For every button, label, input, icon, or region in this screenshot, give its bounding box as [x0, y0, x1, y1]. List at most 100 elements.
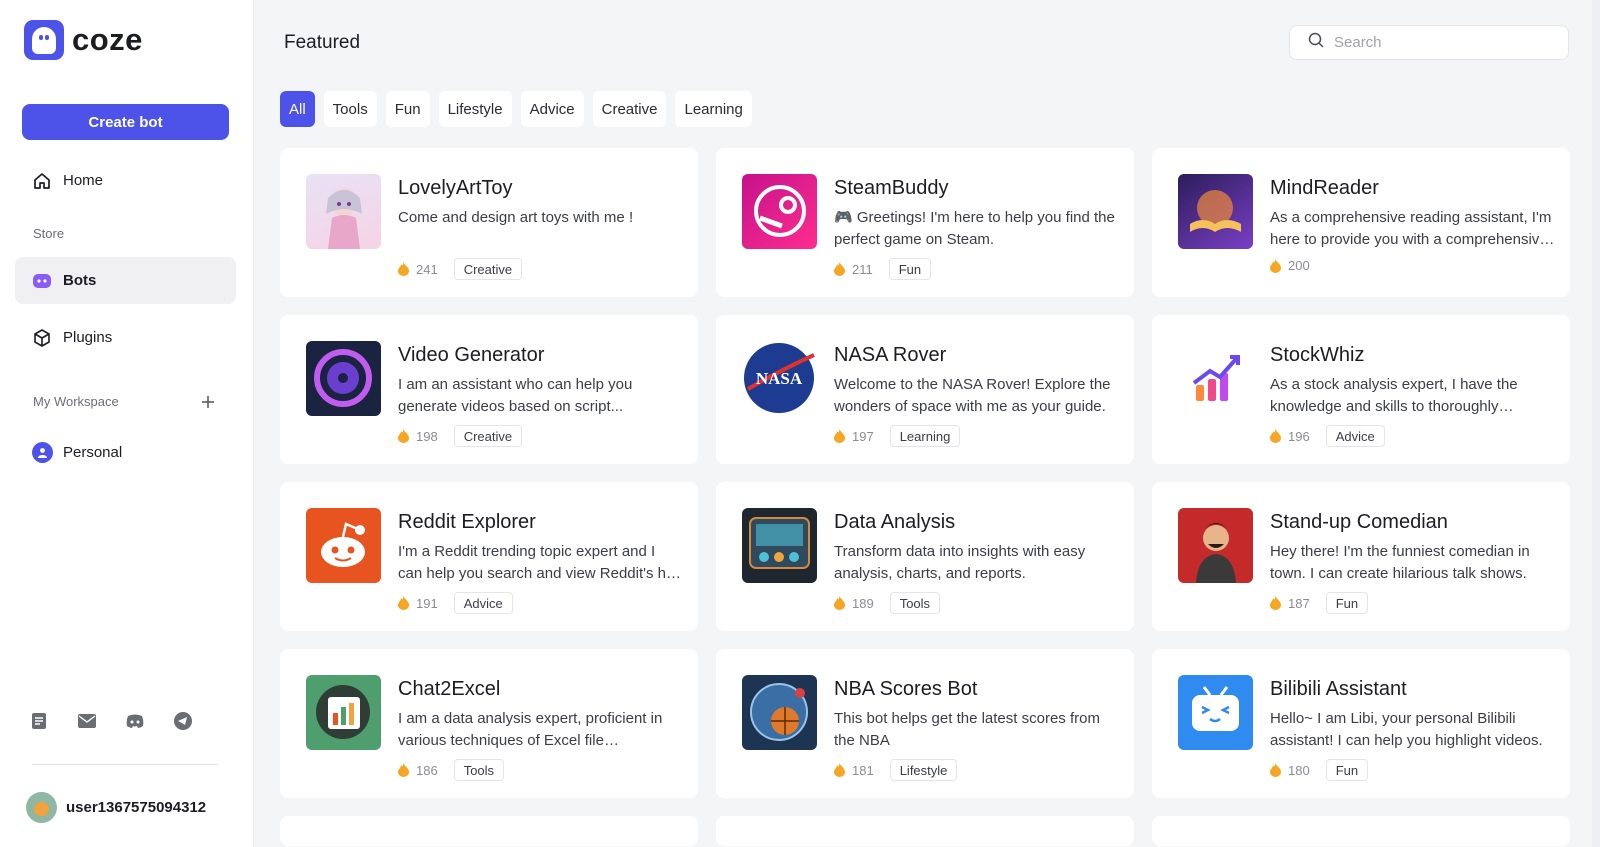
category-tag: Fun — [1325, 592, 1369, 614]
bot-meta: 197 Learning — [834, 425, 961, 447]
usage-count: 186 — [416, 762, 438, 778]
add-workspace-plus-icon[interactable] — [198, 392, 218, 412]
usage-count: 200 — [1288, 258, 1310, 273]
bot-name: Video Generator — [398, 344, 545, 366]
sidebar-divider — [32, 764, 218, 765]
tab-learning[interactable]: Learning — [675, 91, 752, 127]
bot-name: NBA Scores Bot — [834, 678, 978, 700]
bot-description: As a stock analysis expert, I have the k… — [1270, 376, 1518, 415]
category-tabs: All Tools Fun Lifestyle Advice Creative … — [280, 91, 752, 127]
bot-card[interactable]: Stand-up Comedian Hey there! I'm the fun… — [1152, 482, 1570, 631]
tab-advice[interactable]: Advice — [520, 91, 584, 127]
category-tag: Tools — [889, 592, 941, 614]
bot-name: LovelyArtToy — [398, 177, 513, 199]
bot-card[interactable] — [1152, 816, 1570, 846]
bot-meta: 200 — [1270, 258, 1310, 273]
bot-grid: LovelyArtToy Come and design art toys wi… — [280, 148, 1570, 846]
sidebar-item-label: Home — [63, 172, 104, 189]
category-tag: Lifestyle — [889, 759, 958, 781]
bot-description: 🎮 Greetings! I'm here to help you find t… — [834, 209, 1115, 248]
bot-meta: 181 Lifestyle — [834, 759, 958, 781]
document-icon[interactable] — [28, 710, 50, 732]
bot-description: Hey there! I'm the funniest comedian in … — [1270, 543, 1530, 582]
scrollbar[interactable] — [1592, 0, 1600, 847]
usage-count: 181 — [852, 762, 874, 778]
bot-meta: 198 Creative — [398, 425, 523, 447]
category-tag: Creative — [453, 258, 523, 280]
bot-card[interactable]: LovelyArtToy Come and design art toys wi… — [280, 148, 698, 297]
bot-card[interactable]: Video Generator I am an assistant who ca… — [280, 315, 698, 464]
create-bot-button[interactable]: Create bot — [22, 104, 229, 140]
bot-card[interactable]: Bilibili Assistant Hello~ I am Libi, you… — [1152, 649, 1570, 798]
bot-card[interactable] — [280, 816, 698, 846]
bot-description: Come and design art toys with me ! — [398, 209, 634, 226]
fire-icon — [398, 763, 409, 777]
bot-card[interactable]: NASA NASA Rover Welcome to the NASA Rove… — [716, 315, 1134, 464]
bot-name: MindReader — [1270, 177, 1379, 199]
search-box[interactable] — [1289, 25, 1569, 60]
mail-icon[interactable] — [76, 710, 98, 732]
fire-icon — [834, 596, 845, 610]
bot-description: As a comprehensive reading assistant, I'… — [1270, 209, 1552, 248]
bot-meta: 180 Fun — [1270, 759, 1369, 781]
bot-meta: 189 Tools — [834, 592, 941, 614]
bot-name: SteamBuddy — [834, 177, 949, 199]
tab-creative[interactable]: Creative — [592, 91, 667, 127]
bot-description: I am an assistant who can help you gener… — [398, 376, 633, 415]
sidebar-item-personal[interactable]: Personal — [15, 429, 236, 476]
bot-meta: 196 Advice — [1270, 425, 1385, 447]
sidebar: coze Create bot Home Store Bots Plugins … — [0, 0, 254, 847]
user-name: user1367575094312 — [66, 799, 207, 816]
brand-name: coze — [72, 22, 143, 57]
usage-count: 197 — [852, 428, 874, 444]
fire-icon — [834, 429, 845, 443]
search-input[interactable] — [1334, 34, 1554, 51]
coze-logo[interactable]: coze — [24, 20, 143, 60]
category-tag: Learning — [889, 425, 961, 447]
sidebar-item-label: Personal — [63, 444, 123, 461]
tab-tools[interactable]: Tools — [323, 91, 377, 127]
fire-icon — [834, 262, 845, 276]
usage-count: 196 — [1288, 428, 1310, 444]
bot-card[interactable]: MindReader As a comprehensive reading as… — [1152, 148, 1570, 297]
usage-count: 241 — [416, 261, 438, 277]
bot-description: This bot helps get the latest scores fro… — [834, 710, 1100, 749]
home-icon — [31, 170, 53, 192]
lovelyarttoy-avatar-image — [306, 174, 381, 249]
fire-icon — [398, 429, 409, 443]
reddit-logo-image — [306, 508, 381, 583]
bot-name: Stand-up Comedian — [1270, 511, 1448, 533]
sidebar-item-bots[interactable]: Bots — [15, 257, 236, 304]
discord-icon[interactable] — [124, 710, 146, 732]
fire-icon — [834, 763, 845, 777]
bot-name: Data Analysis — [834, 511, 956, 533]
bot-card[interactable] — [716, 816, 1134, 846]
tab-all[interactable]: All — [280, 91, 315, 127]
sidebar-item-plugins[interactable]: Plugins — [15, 314, 236, 361]
bot-description: I am a data analysis expert, proficient … — [398, 710, 663, 749]
telegram-icon[interactable] — [172, 710, 194, 732]
bot-card[interactable]: SteamBuddy 🎮 Greetings! I'm here to help… — [716, 148, 1134, 297]
bot-card[interactable]: StockWhiz As a stock analysis expert, I … — [1152, 315, 1570, 464]
personal-avatar-icon — [31, 442, 53, 464]
bot-card[interactable]: Chat2Excel I am a data analysis expert, … — [280, 649, 698, 798]
category-tag: Fun — [888, 258, 932, 280]
user-profile[interactable]: user1367575094312 — [26, 792, 206, 823]
comedian-avatar-image — [1178, 508, 1253, 583]
bot-description: Hello~ I am Libi, your personal Bilibili… — [1270, 710, 1543, 749]
bot-card[interactable]: Reddit Explorer I'm a Reddit trending to… — [280, 482, 698, 631]
bot-card[interactable]: Data Analysis Transform data into insigh… — [716, 482, 1134, 631]
sidebar-item-home[interactable]: Home — [15, 157, 236, 204]
bilibili-tv-image — [1178, 675, 1253, 750]
user-avatar — [26, 792, 57, 823]
category-tag: Tools — [453, 759, 505, 781]
usage-count: 198 — [416, 428, 438, 444]
category-tag: Creative — [453, 425, 523, 447]
usage-count: 187 — [1288, 595, 1310, 611]
tab-lifestyle[interactable]: Lifestyle — [438, 91, 512, 127]
search-icon — [1308, 32, 1324, 53]
bot-card[interactable]: NBA Scores Bot This bot helps get the la… — [716, 649, 1134, 798]
tab-fun[interactable]: Fun — [385, 91, 430, 127]
usage-count: 191 — [416, 595, 438, 611]
coze-logo-icon — [24, 20, 64, 60]
